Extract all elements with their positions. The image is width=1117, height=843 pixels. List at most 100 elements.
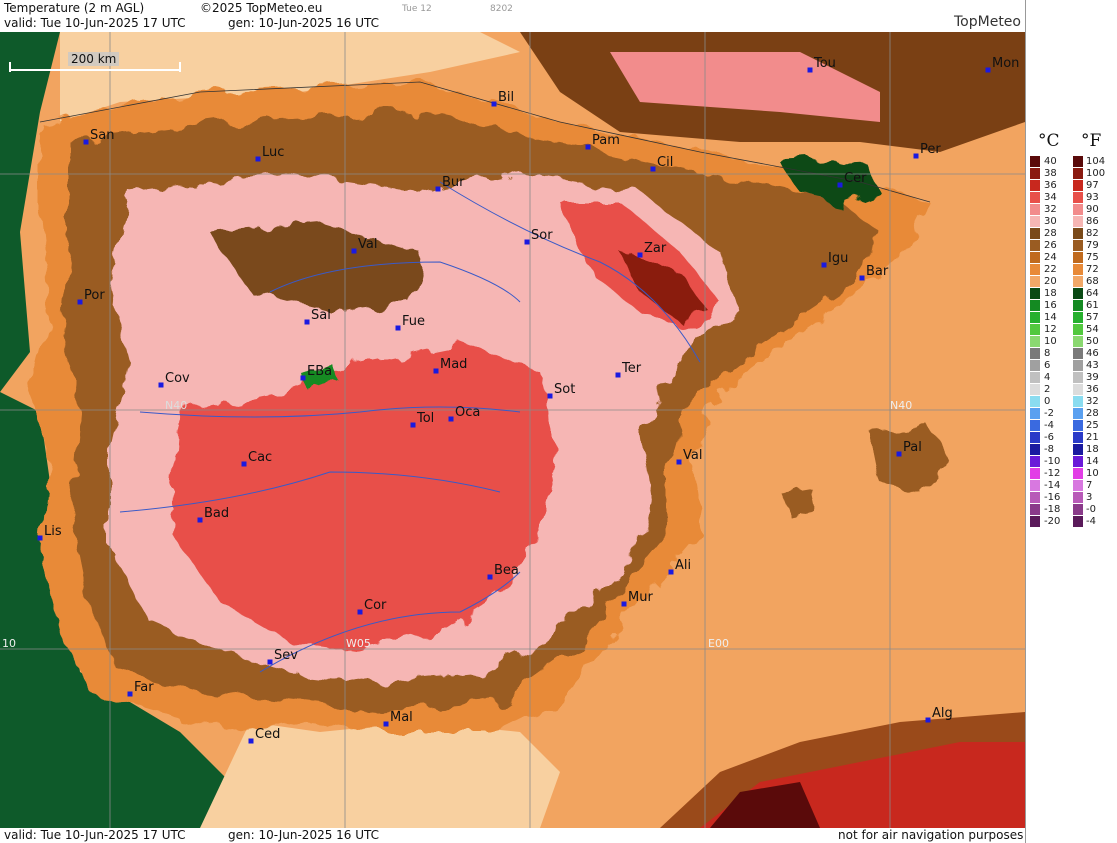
footer-valid-time: valid: Tue 10-Jun-2025 17 UTC [4,828,186,842]
legend-value-celsius: 28 [1044,228,1057,239]
legend-swatch-fahrenheit [1073,480,1083,491]
grid-label-e00: E00 [708,637,729,650]
city-dot [487,574,493,580]
legend-swatch-fahrenheit [1073,516,1083,527]
legend-swatch-fahrenheit [1073,252,1083,263]
legend-value-celsius: 24 [1044,252,1057,263]
legend-value-celsius: -6 [1044,432,1054,443]
day-code: Tue 12 [402,4,432,14]
legend-value-fahrenheit: 86 [1086,216,1099,227]
legend-value-celsius: 20 [1044,276,1057,287]
legend-value-fahrenheit: 39 [1086,372,1099,383]
temperature-map[interactable]: San Luc Bil Pam Tou Mon Cil Per Cer Bur Val Sor Zar I… [0,32,1025,828]
legend-swatch-fahrenheit [1073,264,1083,275]
map-code: 8202 [490,4,513,14]
grid-label-w10: 10 [2,637,16,650]
city-label: Cer [844,171,867,186]
legend-value-celsius: -12 [1044,468,1061,479]
brand-logo[interactable]: TopMeteo [954,0,1044,30]
legend-swatch-fahrenheit [1073,192,1083,203]
legend-swatch-fahrenheit [1073,156,1083,167]
city-label: Sor [531,228,553,243]
legend-value-celsius: -14 [1044,480,1061,491]
city-dot [83,139,89,145]
legend-value-celsius: -2 [1044,408,1054,419]
city-label: Cil [657,155,673,170]
city-label: Zar [644,241,667,256]
legend-swatch-celsius [1030,300,1040,311]
legend-value-fahrenheit: 75 [1086,252,1099,263]
legend-swatch-celsius [1030,312,1040,323]
legend-value-celsius: -20 [1044,516,1061,527]
legend-swatch-celsius [1030,408,1040,419]
legend-swatch-celsius [1030,348,1040,359]
legend-swatch-celsius [1030,504,1040,515]
legend-swatch-celsius [1030,468,1040,479]
city-dot [267,659,273,665]
legend-value-fahrenheit: 61 [1086,300,1099,311]
city-label: Lis [44,524,62,539]
city-label: Sev [274,648,298,663]
legend-value-celsius: -8 [1044,444,1054,455]
legend-swatch-celsius [1030,180,1040,191]
legend-swatch-celsius [1030,384,1040,395]
city-dot [197,517,203,523]
navigation-disclaimer: not for air navigation purposes [838,828,1024,842]
city-label: Bar [866,264,889,279]
city-dot [896,451,902,457]
legend-swatch-celsius [1030,456,1040,467]
city-label: Bea [494,563,519,578]
legend-value-celsius: 34 [1044,192,1057,203]
legend-value-celsius: 38 [1044,168,1057,179]
legend-swatch-celsius [1030,264,1040,275]
grid-label-n40-west: N40 [165,399,188,412]
legend-swatch-fahrenheit [1073,348,1083,359]
legend-swatch-fahrenheit [1073,396,1083,407]
legend-swatch-fahrenheit [1073,216,1083,227]
city-dot [585,144,591,150]
legend-swatch-fahrenheit [1073,372,1083,383]
city-label: Bur [442,175,465,190]
legend-value-celsius: 40 [1044,156,1057,167]
city-label: Bil [498,90,514,105]
city-label: EBa [307,364,332,379]
legend-value-celsius: 10 [1044,336,1057,347]
city-label: Val [683,448,702,463]
legend-swatch-fahrenheit [1073,180,1083,191]
legend-value-fahrenheit: 25 [1086,420,1099,431]
legend-value-fahrenheit: 10 [1086,468,1099,479]
city-label: Alg [932,706,953,721]
city-label: San [90,128,114,143]
city-dot [304,319,310,325]
city-label: Luc [262,145,284,160]
city-label: Per [920,142,941,157]
legend-value-fahrenheit: 97 [1086,180,1099,191]
city-dot [807,67,813,73]
map-header: Temperature (2 m AGL) ©2025 TopMeteo.eu … [0,0,1025,33]
legend-value-fahrenheit: 72 [1086,264,1099,275]
legend-swatch-celsius [1030,216,1040,227]
alboran-sea [200,722,560,828]
legend-swatch-fahrenheit [1073,336,1083,347]
legend-swatch-fahrenheit [1073,360,1083,371]
legend-value-fahrenheit: 54 [1086,324,1099,335]
legend-value-fahrenheit: 50 [1086,336,1099,347]
legend-swatch-celsius [1030,156,1040,167]
city-dot [255,156,261,162]
city-label: Igu [828,251,848,266]
legend-value-fahrenheit: 90 [1086,204,1099,215]
legend-swatch-celsius [1030,444,1040,455]
legend-value-celsius: -4 [1044,420,1054,431]
legend-swatch-fahrenheit [1073,240,1083,251]
legend-value-celsius: 12 [1044,324,1057,335]
city-dot [821,262,827,268]
legend-swatch-celsius [1030,420,1040,431]
city-label: Tol [416,411,434,426]
legend-swatch-fahrenheit [1073,384,1083,395]
legend-swatch-fahrenheit [1073,420,1083,431]
legend-value-fahrenheit: 18 [1086,444,1099,455]
legend-swatch-celsius [1030,252,1040,263]
legend-value-celsius: 2 [1044,384,1051,395]
gen-time: gen: 10-Jun-2025 16 UTC [228,16,380,30]
legend-value-celsius: -18 [1044,504,1061,515]
